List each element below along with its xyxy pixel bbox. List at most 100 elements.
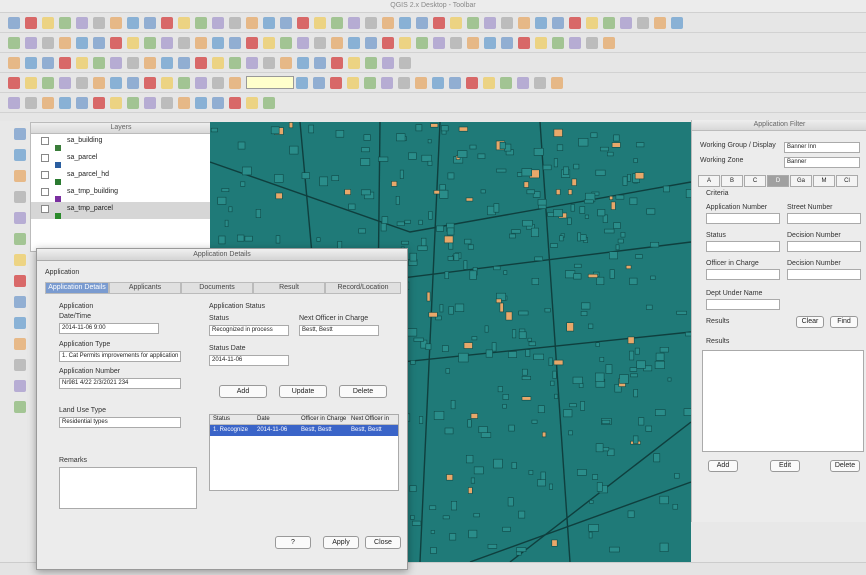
toolbar-tool-icon[interactable]	[93, 77, 105, 89]
toolbar-tool-icon[interactable]	[586, 17, 598, 29]
filter-tab-cl[interactable]: Cl	[836, 175, 858, 187]
toolbar-tool-icon[interactable]	[382, 17, 394, 29]
toolbar-tool-icon[interactable]	[42, 37, 54, 49]
decision-number-field[interactable]	[787, 269, 861, 280]
toolbar-tool-icon[interactable]	[484, 17, 496, 29]
toolbar-tool-icon[interactable]	[93, 37, 105, 49]
update-status-button[interactable]: Update	[279, 385, 327, 398]
toolbar-tool-icon[interactable]	[127, 97, 139, 109]
toolbar-tool-icon[interactable]	[8, 37, 20, 49]
toolbar-tool-icon[interactable]	[569, 17, 581, 29]
toolbar-tool-icon[interactable]	[25, 57, 37, 69]
toolbar-tool-icon[interactable]	[212, 17, 224, 29]
toolbar-tool-icon[interactable]	[518, 17, 530, 29]
toolbar-tool-icon[interactable]	[280, 37, 292, 49]
toolbar-tool-icon[interactable]	[127, 17, 139, 29]
side-tool-icon[interactable]	[14, 296, 26, 308]
toolbar-tool-icon[interactable]	[296, 77, 308, 89]
toolbar-tool-icon[interactable]	[93, 17, 105, 29]
layer-item[interactable]: sa_parcel_hd	[31, 168, 211, 185]
toolbar-tool-icon[interactable]	[42, 77, 54, 89]
toolbar-tool-icon[interactable]	[314, 57, 326, 69]
results-add-button[interactable]: Add	[708, 460, 738, 472]
toolbar-tool-icon[interactable]	[518, 37, 530, 49]
toolbar-tool-icon[interactable]	[93, 57, 105, 69]
close-button[interactable]: Close	[365, 536, 401, 549]
toolbar-tool-icon[interactable]	[25, 17, 37, 29]
toolbar-tool-icon[interactable]	[246, 37, 258, 49]
toolbar-tool-icon[interactable]	[348, 17, 360, 29]
results-edit-button[interactable]: Edit	[770, 460, 800, 472]
toolbar-tool-icon[interactable]	[331, 57, 343, 69]
toolbar-tool-icon[interactable]	[466, 77, 478, 89]
side-tool-icon[interactable]	[14, 317, 26, 329]
toolbar-tool-icon[interactable]	[314, 37, 326, 49]
toolbar-tool-icon[interactable]	[263, 57, 275, 69]
toolbar-tool-icon[interactable]	[8, 17, 20, 29]
delete-status-button[interactable]: Delete	[339, 385, 387, 398]
toolbar-tool-icon[interactable]	[59, 97, 71, 109]
side-tool-icon[interactable]	[14, 338, 26, 350]
dept-field[interactable]	[706, 299, 780, 310]
toolbar-tool-icon[interactable]	[263, 37, 275, 49]
application-number-field[interactable]: Nr981 4/22 2/3/2021 234	[59, 378, 181, 389]
filter-tab-d[interactable]: D	[767, 175, 789, 187]
filter-tab-c[interactable]: C	[744, 175, 766, 187]
tab-applicants[interactable]: Applicants	[109, 282, 181, 294]
next-officer-select[interactable]: Bestt, Bestt	[299, 325, 379, 336]
toolbar-tool-icon[interactable]	[297, 17, 309, 29]
results-delete-button[interactable]: Delete	[830, 460, 860, 472]
side-tool-icon[interactable]	[14, 275, 26, 287]
toolbar-tool-icon[interactable]	[365, 17, 377, 29]
toolbar-tool-icon[interactable]	[59, 57, 71, 69]
status-history-table[interactable]: Status Date Officer in Charge Next Officer …	[209, 414, 399, 491]
toolbar-tool-icon[interactable]	[415, 77, 427, 89]
working-zone-select[interactable]: Banner	[784, 157, 860, 168]
toolbar-tool-icon[interactable]	[586, 37, 598, 49]
add-status-button[interactable]: Add	[219, 385, 267, 398]
toolbar-tool-icon[interactable]	[161, 17, 173, 29]
toolbar-tool-icon[interactable]	[161, 97, 173, 109]
toolbar-tool-icon[interactable]	[552, 37, 564, 49]
tab-application-details[interactable]: Application Details	[45, 282, 109, 294]
toolbar-tool-icon[interactable]	[110, 17, 122, 29]
status-select[interactable]: Recognized in process	[209, 325, 289, 336]
toolbar-tool-icon[interactable]	[313, 77, 325, 89]
toolbar-tool-icon[interactable]	[144, 97, 156, 109]
layer-visibility-checkbox[interactable]	[41, 171, 49, 179]
results-list[interactable]	[702, 350, 864, 452]
filter-tab-a[interactable]: A	[698, 175, 720, 187]
layer-visibility-checkbox[interactable]	[41, 188, 49, 196]
toolbar-tool-icon[interactable]	[416, 17, 428, 29]
find-button[interactable]: Find	[830, 316, 858, 328]
layer-item[interactable]: sa_tmp_building	[31, 185, 211, 202]
toolbar-tool-icon[interactable]	[569, 37, 581, 49]
date-time-field[interactable]: 2014-11-06 9:00	[59, 323, 159, 334]
toolbar-tool-icon[interactable]	[246, 17, 258, 29]
table-row[interactable]: 1. Recognize 2014-11-06 Bestt, Bestt Bestt,…	[210, 425, 398, 436]
toolbar-tool-icon[interactable]	[331, 17, 343, 29]
layer-item-selected[interactable]: sa_tmp_parcel	[31, 202, 211, 219]
status-date-field[interactable]: 2014-11-06	[209, 355, 289, 366]
toolbar-tool-icon[interactable]	[484, 37, 496, 49]
toolbar-tool-icon[interactable]	[399, 17, 411, 29]
toolbar-tool-icon[interactable]	[110, 57, 122, 69]
toolbar-tool-icon[interactable]	[433, 37, 445, 49]
toolbar-tool-icon[interactable]	[59, 37, 71, 49]
side-tool-icon[interactable]	[14, 191, 26, 203]
working-group-select[interactable]: Banner Inn	[784, 142, 860, 153]
toolbar-tool-icon[interactable]	[42, 17, 54, 29]
toolbar-tool-icon[interactable]	[551, 77, 563, 89]
toolbar-tool-icon[interactable]	[229, 77, 241, 89]
toolbar-tool-icon[interactable]	[161, 77, 173, 89]
side-tool-icon[interactable]	[14, 254, 26, 266]
toolbar-tool-icon[interactable]	[110, 37, 122, 49]
toolbar-tool-icon[interactable]	[59, 17, 71, 29]
side-tool-icon[interactable]	[14, 170, 26, 182]
toolbar-tool-icon[interactable]	[314, 17, 326, 29]
toolbar-tool-icon[interactable]	[364, 77, 376, 89]
side-tool-icon[interactable]	[14, 212, 26, 224]
side-tool-icon[interactable]	[14, 233, 26, 245]
layer-visibility-checkbox[interactable]	[41, 205, 49, 213]
toolbar-tool-icon[interactable]	[416, 37, 428, 49]
